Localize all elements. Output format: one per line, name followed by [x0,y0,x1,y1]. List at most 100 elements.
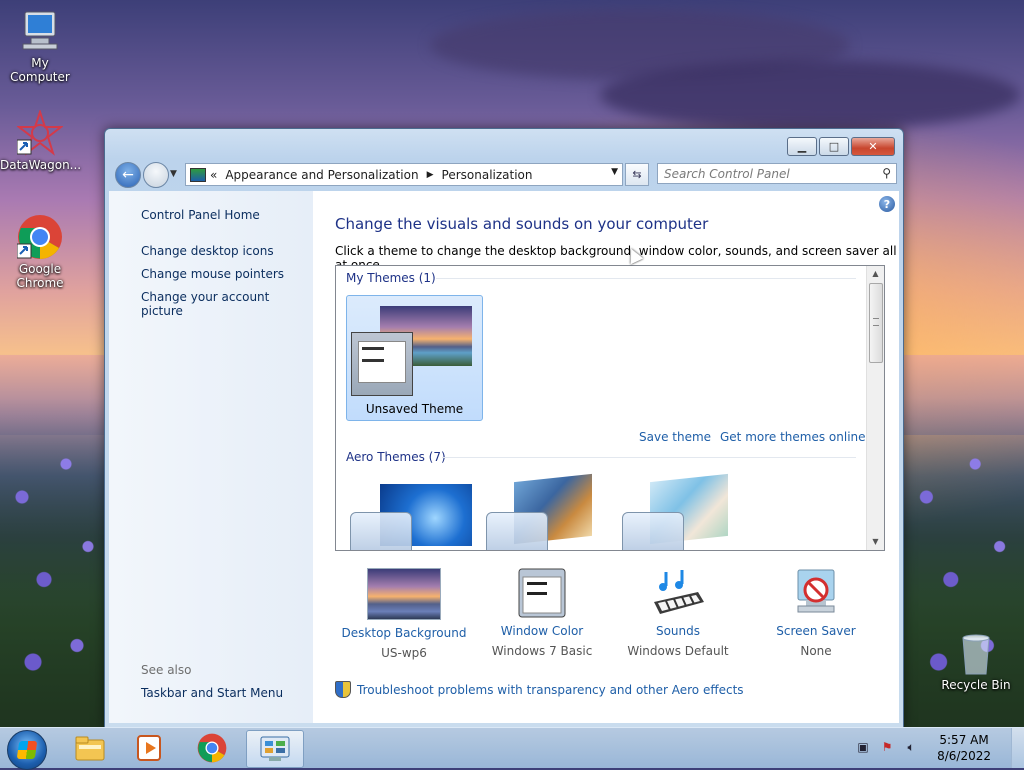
theme-window-preview [622,512,684,550]
theme-tile-architecture[interactable] [486,473,611,550]
save-theme-link[interactable]: Save theme [639,430,711,444]
personalization-window: ▁ □ ✕ ← ▼ « Appearance and Personalizati… [104,128,904,728]
desktop-icon-google-chrome[interactable]: Google Chrome [0,214,80,290]
flowers-left [0,398,110,728]
forward-button[interactable] [143,162,169,188]
taskbar-control-panel-button[interactable] [246,730,304,768]
address-dropdown-icon[interactable]: ▼ [611,167,618,177]
left-pane: Control Panel Home Change desktop icons … [109,191,313,723]
group-divider [442,457,856,458]
theme-tile-unsaved[interactable]: Unsaved Theme [346,295,483,421]
chrome-icon [197,733,227,763]
troubleshoot-link[interactable]: Troubleshoot problems with transparency … [357,683,744,697]
control-panel-home-link[interactable]: Control Panel Home [141,208,260,222]
minimize-button[interactable]: ▁ [787,137,817,156]
taskbar-chrome-button[interactable] [184,730,240,766]
datawagon-icon [16,108,64,156]
sounds-icon [642,568,714,618]
desktop-icon-datawagon[interactable]: DataWagon... [0,108,82,172]
desktop-background-item[interactable]: Desktop Background US-wp6 [329,568,479,660]
windows-logo-icon [16,741,38,759]
sounds-item[interactable]: Sounds Windows Default [603,568,753,658]
refresh-button[interactable]: ⇆ [625,163,649,186]
theme-window-preview [351,332,413,396]
clock[interactable]: 5:57 AM 8/6/2022 [937,732,991,764]
maximize-button[interactable]: □ [819,137,849,156]
see-also-heading: See also [141,663,192,677]
taskbar: ▣ ⚑ 🔈︎ 5:57 AM 8/6/2022 [0,727,1024,770]
theme-tile-characters[interactable] [622,473,747,550]
search-placeholder: Search Control Panel [664,166,790,181]
computer-icon [17,8,63,54]
back-arrow-icon: ← [122,167,134,183]
scrollbar-thumb[interactable] [869,283,883,363]
get-more-themes-link[interactable]: Get more themes online [720,430,866,444]
taskbar-start-menu-link[interactable]: Taskbar and Start Menu [141,686,283,700]
cloud [600,60,1020,130]
control-panel-icon [190,167,206,182]
desktop-background-icon [367,568,441,620]
address-prefix[interactable]: « [210,168,217,182]
action-center-flag-icon[interactable]: ⚑ [879,740,895,756]
breadcrumb-personalization[interactable]: Personalization [442,168,533,182]
group-divider [436,278,856,279]
volume-icon[interactable]: 🔈︎ [903,740,919,756]
screen-saver-item[interactable]: Screen Saver None [741,568,891,658]
start-button[interactable] [7,730,47,770]
desktop-icon-my-computer[interactable]: My Computer [0,8,80,84]
taskbar-media-player-button[interactable] [122,730,178,766]
change-mouse-pointers-link[interactable]: Change mouse pointers [141,267,284,281]
chrome-icon [16,214,63,260]
screen-saver-icon [780,568,852,618]
window-color-value: Windows 7 Basic [491,644,593,658]
scroll-down-icon[interactable]: ▼ [867,534,884,550]
clock-time: 5:57 AM [939,733,989,747]
media-player-icon [137,735,161,761]
change-account-picture-link[interactable]: Change your account picture [141,290,313,318]
close-button[interactable]: ✕ [851,137,895,156]
back-button[interactable]: ← [115,162,141,188]
themes-scrollbar[interactable]: ▲ ▼ [866,266,884,550]
window-color-icon [518,568,566,618]
window-color-link[interactable]: Window Color [467,624,617,638]
screen-saver-link[interactable]: Screen Saver [741,624,891,638]
system-tray: ▣ ⚑ 🔈︎ 5:57 AM 8/6/2022 [851,728,1024,768]
theme-window-preview [486,512,548,550]
breadcrumb-arrow-icon[interactable]: ▶ [427,170,434,180]
caption-buttons: ▁ □ ✕ [787,137,895,156]
sounds-link[interactable]: Sounds [603,624,753,638]
themes-list[interactable]: My Themes (1) Unsaved Theme Save theme G… [335,265,885,551]
desktop-icon-label: DataWagon... [0,158,82,172]
breadcrumb-appearance[interactable]: Appearance and Personalization [225,168,418,182]
theme-window-preview [350,512,412,550]
screen-saver-value: None [800,644,832,658]
scroll-up-icon[interactable]: ▲ [867,266,884,282]
my-themes-heading: My Themes (1) [346,271,436,285]
recycle-bin-icon [953,630,999,676]
search-icon[interactable]: ⚲ [882,166,891,180]
main-pane: ? Change the visuals and sounds on your … [313,191,899,723]
navigation-bar: ← ▼ « Appearance and Personalization ▶ P… [113,162,897,188]
desktop-icon-label: Recycle Bin [941,678,1011,692]
page-title: Change the visuals and sounds on your co… [335,215,709,233]
search-input[interactable]: Search Control Panel ⚲ [657,163,897,184]
desktop-icon-label: My Computer [10,56,70,84]
theme-label: Unsaved Theme [365,402,464,416]
recent-pages-dropdown[interactable]: ▼ [170,169,177,179]
aero-themes-heading: Aero Themes (7) [346,450,446,464]
sounds-value: Windows Default [627,644,729,658]
address-bar[interactable]: « Appearance and Personalization ▶ Perso… [185,163,623,186]
troubleshoot-link-row[interactable]: Troubleshoot problems with transparency … [335,681,744,698]
window-color-item[interactable]: Window Color Windows 7 Basic [467,568,617,658]
taskbar-explorer-button[interactable] [62,730,118,766]
desktop-background-link[interactable]: Desktop Background [329,626,479,640]
theme-tile-windows-7[interactable] [350,476,475,550]
folder-icon [75,736,105,761]
change-desktop-icons-link[interactable]: Change desktop icons [141,244,274,258]
desktop-icon-recycle-bin[interactable]: Recycle Bin [936,630,1016,692]
show-desktop-button[interactable] [1011,728,1024,768]
control-panel-icon [260,736,290,761]
desktop-icon-label: Google Chrome [16,262,64,290]
network-icon[interactable]: ▣ [855,740,871,756]
help-icon[interactable]: ? [879,196,895,212]
